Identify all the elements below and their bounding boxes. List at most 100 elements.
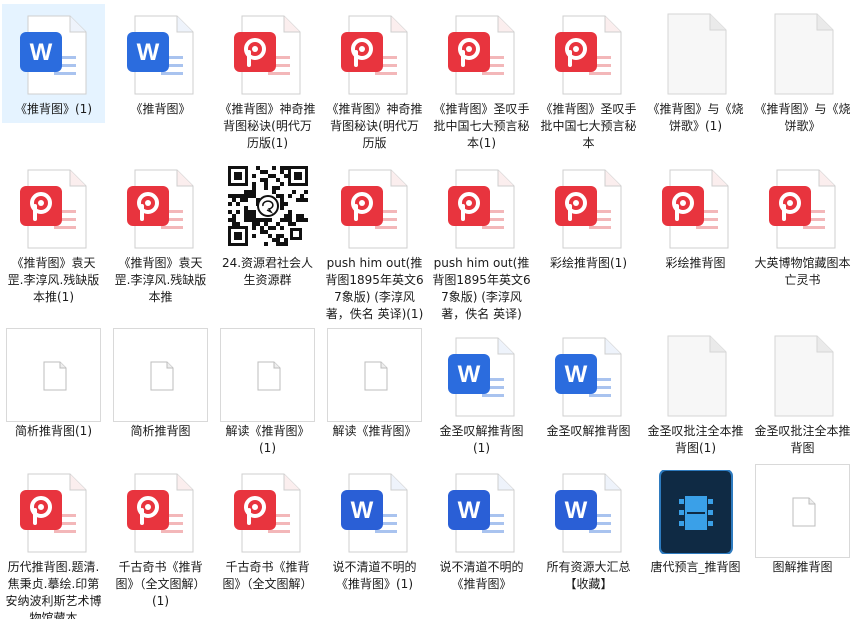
file-name: 说不清道不明的《推背图》 <box>439 560 524 591</box>
blank-file-icon <box>763 12 843 96</box>
word-document-icon: W <box>442 470 522 554</box>
file-name: 《推背图》与《烧饼歌》(1) <box>647 102 744 133</box>
file-name: 千古奇书《推背图》（全文图解）(1) <box>115 560 206 608</box>
pdf-document-icon <box>228 12 308 96</box>
pdf-document-icon <box>335 12 415 96</box>
pdf-document-icon <box>656 166 736 250</box>
file-name: 彩绘推背图 <box>665 256 726 270</box>
file-name: 《推背图》 <box>130 102 191 116</box>
qr-code-thumbnail <box>225 164 310 248</box>
file-item[interactable]: 简析推背图(1) <box>2 326 105 481</box>
file-item[interactable]: 简析推背图 <box>109 326 212 481</box>
generic-file-icon <box>228 334 308 418</box>
word-document-icon: W <box>121 12 201 96</box>
pdf-document-icon <box>121 166 201 250</box>
file-name: 金圣叹批注全本推背图(1) <box>647 424 744 455</box>
blank-file-icon <box>656 12 736 96</box>
file-item[interactable]: 《推背图》袁天罡.李淳风.残缺版本推 <box>109 158 212 313</box>
file-item[interactable]: push him out(推背图1895年英文67象版) (李淳风著，佚名 英译… <box>323 158 426 321</box>
file-name: 彩绘推背图(1) <box>550 256 627 270</box>
file-name: 《推背图》神奇推背图秘诀(明代万历版 <box>326 102 423 150</box>
file-item[interactable]: 《推背图》神奇推背图秘诀(明代万历版(1) <box>216 4 319 159</box>
file-name: 说不清道不明的《推背图》(1) <box>332 560 417 591</box>
file-item[interactable]: 图解推背图 <box>751 462 853 617</box>
file-item[interactable]: W 《推背图》(1) <box>2 4 105 123</box>
generic-file-icon <box>14 334 94 418</box>
pdf-document-icon <box>335 166 415 250</box>
file-item[interactable]: 《推背图》圣叹手批中国七大预言秘本 <box>537 4 640 159</box>
file-name: 简析推背图 <box>130 424 191 438</box>
pdf-document-icon <box>121 470 201 554</box>
file-item[interactable]: W 金圣叹解推背图(1) <box>430 326 533 481</box>
file-name: 《推背图》神奇推背图秘诀(明代万历版(1) <box>219 102 316 150</box>
file-item[interactable]: W 所有资源大汇总【收藏】 <box>537 462 640 617</box>
file-item[interactable]: 历代推背图.题清.焦秉贞.摹绘.印第安纳波利斯艺术博物馆藏本 <box>2 462 105 619</box>
file-item[interactable]: 彩绘推背图(1) <box>537 158 640 313</box>
file-item[interactable]: push him out(推背图1895年英文67象版) (李淳风著，佚名 英译… <box>430 158 533 321</box>
svg-text:W: W <box>564 361 587 388</box>
file-name: 大英博物馆藏图本 亡灵书 <box>754 256 851 287</box>
pdf-document-icon <box>763 166 843 250</box>
file-name: 历代推背图.题清.焦秉贞.摹绘.印第安纳波利斯艺术博物馆藏本 <box>5 560 102 619</box>
file-name: 解读《推背图》 <box>332 424 417 438</box>
file-item[interactable]: W 说不清道不明的《推背图》(1) <box>323 462 426 617</box>
svg-text:W: W <box>136 39 159 66</box>
file-item[interactable]: 《推背图》与《烧饼歌》 <box>751 4 853 159</box>
generic-file-icon <box>121 334 201 418</box>
word-document-icon: W <box>335 470 415 554</box>
generic-file-icon <box>763 470 843 554</box>
generic-file-icon <box>335 334 415 418</box>
file-item[interactable]: 金圣叹批注全本推背图(1) <box>644 326 747 481</box>
file-item[interactable]: 《推背图》与《烧饼歌》(1) <box>644 4 747 159</box>
pdf-document-icon <box>442 166 522 250</box>
file-name: push him out(推背图1895年英文67象版) (李淳风著，佚名 英译… <box>325 256 424 321</box>
file-name: 《推背图》(1) <box>15 102 92 116</box>
file-item[interactable]: 《推背图》神奇推背图秘诀(明代万历版 <box>323 4 426 159</box>
file-name: 金圣叹批注全本推背图 <box>754 424 851 455</box>
file-grid: W 《推背图》(1) W 《推背图》 《推背图》神奇推背图秘诀(明代万历版(1) <box>0 0 853 619</box>
file-item[interactable]: 解读《推背图》 <box>323 326 426 481</box>
file-name: 《推背图》袁天罡.李淳风.残缺版本推(1) <box>7 256 100 304</box>
file-name: 24.资源君社会人生资源群 <box>221 256 314 287</box>
pdf-document-icon <box>14 470 94 554</box>
file-item[interactable]: 《推背图》袁天罡.李淳风.残缺版本推(1) <box>2 158 105 313</box>
file-item[interactable]: 千古奇书《推背图》（全文图解） <box>216 462 319 617</box>
file-name: 金圣叹解推背图(1) <box>439 424 524 455</box>
file-name: 《推背图》圣叹手批中国七大预言秘本(1) <box>433 102 530 150</box>
pdf-document-icon <box>442 12 522 96</box>
file-item[interactable]: W 说不清道不明的《推背图》 <box>430 462 533 617</box>
file-name: 《推背图》圣叹手批中国七大预言秘本 <box>540 102 637 150</box>
file-name: 《推背图》与《烧饼歌》 <box>754 102 851 133</box>
pdf-document-icon <box>228 470 308 554</box>
video-file-icon <box>656 470 736 554</box>
file-name: 解读《推背图》(1) <box>225 424 310 455</box>
svg-text:W: W <box>457 497 480 524</box>
file-name: 千古奇书《推背图》（全文图解） <box>222 560 313 591</box>
blank-file-icon <box>763 334 843 418</box>
file-item[interactable]: W 金圣叹解推背图 <box>537 326 640 481</box>
svg-text:W: W <box>564 497 587 524</box>
file-item[interactable]: 《推背图》圣叹手批中国七大预言秘本(1) <box>430 4 533 159</box>
file-item[interactable]: 金圣叹批注全本推背图 <box>751 326 853 481</box>
svg-text:W: W <box>457 361 480 388</box>
svg-text:W: W <box>350 497 373 524</box>
file-item[interactable]: 彩绘推背图 <box>644 158 747 313</box>
file-name: 简析推背图(1) <box>15 424 92 438</box>
file-name: 所有资源大汇总【收藏】 <box>546 560 631 591</box>
file-item[interactable]: W 《推背图》 <box>109 4 212 159</box>
pdf-document-icon <box>14 166 94 250</box>
file-item[interactable]: 24.资源君社会人生资源群 <box>216 158 319 313</box>
file-item[interactable]: 唐代预言_推背图 <box>644 462 747 617</box>
pdf-document-icon <box>549 12 629 96</box>
file-item[interactable]: 解读《推背图》(1) <box>216 326 319 481</box>
word-document-icon: W <box>549 334 629 418</box>
file-item[interactable]: 千古奇书《推背图》（全文图解）(1) <box>109 462 212 617</box>
pdf-document-icon <box>549 166 629 250</box>
word-document-icon: W <box>14 12 94 96</box>
blank-file-icon <box>656 334 736 418</box>
file-name: 图解推背图 <box>772 560 833 574</box>
file-item[interactable]: 大英博物馆藏图本 亡灵书 <box>751 158 853 313</box>
file-name: 金圣叹解推背图 <box>546 424 631 438</box>
file-name: push him out(推背图1895年英文67象版) (李淳风著，佚名 英译… <box>432 256 531 321</box>
file-name: 唐代预言_推背图 <box>650 560 741 574</box>
